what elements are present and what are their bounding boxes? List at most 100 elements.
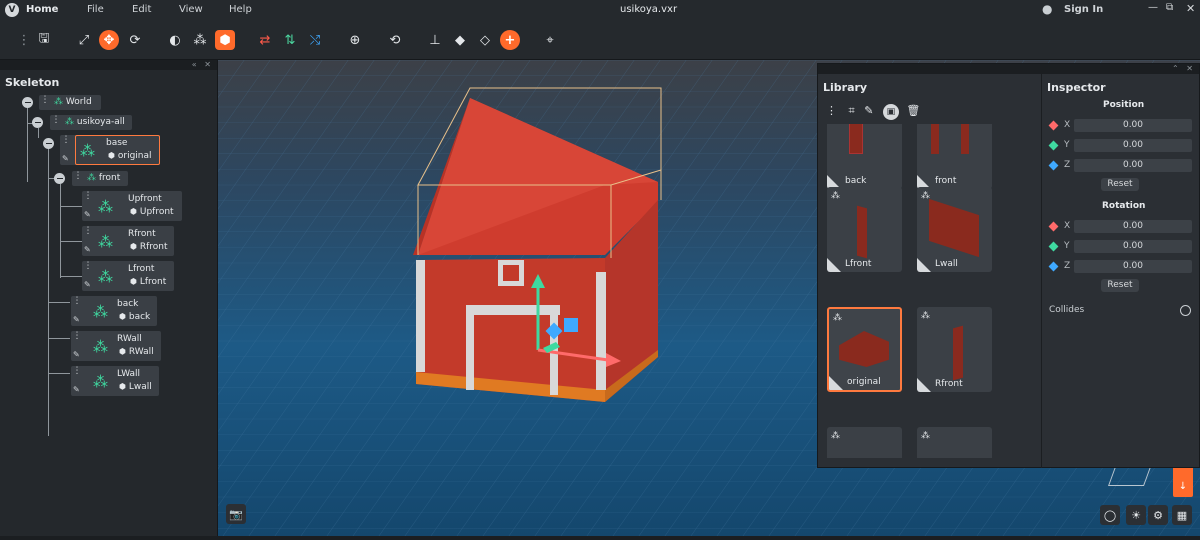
node-menu-icon[interactable]: ⋮ xyxy=(82,226,94,236)
position-y-field[interactable]: 0.00 xyxy=(1074,139,1192,152)
node-menu-icon[interactable]: ⋮ xyxy=(71,366,83,376)
tree-node-front[interactable]: ⋮ ⁂ front xyxy=(72,171,128,186)
move-tool-icon[interactable]: ✥ xyxy=(99,30,119,50)
hierarchy-icon[interactable]: ⁂ xyxy=(190,30,210,50)
library-card-lwall[interactable]: ⁂ Lwall xyxy=(917,187,992,272)
model-icon: ⬢ xyxy=(119,347,126,356)
edit-icon[interactable]: ✎ xyxy=(864,104,873,117)
minimize-icon[interactable]: — xyxy=(1148,2,1158,13)
cube-tool-icon[interactable]: ⬢ xyxy=(215,30,235,50)
menu-file[interactable]: File xyxy=(87,4,104,15)
user-icon[interactable]: ● xyxy=(1042,2,1052,16)
inspector-title: Inspector xyxy=(1047,81,1106,94)
node-menu-icon[interactable]: ⋮ xyxy=(82,191,94,201)
menu-home[interactable]: Home xyxy=(26,4,58,15)
model-label: Upfront xyxy=(139,207,174,217)
node-menu-icon[interactable]: ⋮ xyxy=(71,296,83,306)
duplicate-icon[interactable]: ▣ xyxy=(882,104,899,120)
rotate-tool-icon[interactable]: ⟳ xyxy=(125,30,145,50)
panel-header-controls[interactable]: ⌃ ✕ xyxy=(818,64,1199,74)
scene-settings-icon[interactable]: ⚙ xyxy=(1148,505,1168,525)
add-icon[interactable]: + xyxy=(500,30,520,50)
close-window-icon[interactable]: ✕ xyxy=(1186,2,1195,15)
menu-edit[interactable]: Edit xyxy=(132,4,151,15)
wire-cube-icon[interactable]: ◇ xyxy=(475,30,495,50)
node-menu-icon[interactable]: ⋮ xyxy=(60,135,72,145)
app-logo-icon[interactable]: V xyxy=(5,3,19,17)
node-menu-icon[interactable]: ⋮ xyxy=(71,331,83,341)
collapse-front-toggle[interactable] xyxy=(54,173,65,184)
rotation-z-field[interactable]: 0.00 xyxy=(1074,260,1192,273)
solid-cube-icon[interactable]: ◆ xyxy=(450,30,470,50)
edit-icon[interactable]: ✎ xyxy=(73,350,80,359)
swap-y-icon[interactable]: ⇅ xyxy=(280,30,300,50)
restore-icon[interactable]: ⧉ xyxy=(1166,2,1173,13)
model-icon: ⬢ xyxy=(130,242,137,251)
edit-icon[interactable]: ✎ xyxy=(84,245,91,254)
library-card-partial-1[interactable]: ⁂ xyxy=(827,427,902,458)
refresh-icon[interactable]: ⟲ xyxy=(385,30,405,50)
tree-node-lfront[interactable]: ⋮ ✎ ⁂ Lfront ⬢ Lfront xyxy=(82,261,174,291)
tree-icon[interactable]: ⊥ xyxy=(425,30,445,50)
tree-node-upfront[interactable]: ⋮ ✎ ⁂ Upfront ⬢ Upfront xyxy=(82,191,182,221)
collapse-usikoya-toggle[interactable] xyxy=(32,117,43,128)
node-menu-icon[interactable]: ⋮ xyxy=(50,115,62,125)
model-label: Rfront xyxy=(139,242,168,252)
collapse-base-toggle[interactable] xyxy=(43,138,54,149)
card-label: Lfront xyxy=(845,259,872,269)
drag-handle-icon[interactable]: ⋮ xyxy=(14,30,34,50)
menu-view[interactable]: View xyxy=(179,4,203,15)
edit-icon[interactable]: ✎ xyxy=(62,154,69,163)
library-card-rfront[interactable]: ⁂ Rfront xyxy=(917,307,992,392)
library-card-lfront[interactable]: ⁂ Lfront xyxy=(827,187,902,272)
fit-view-icon[interactable]: ⤢ xyxy=(74,30,94,50)
tree-node-usikoya-all[interactable]: ⋮ ⁂ usikoya-all xyxy=(50,115,132,130)
crop-icon[interactable]: ⌗ xyxy=(849,104,855,117)
tree-node-base[interactable]: ⋮ ✎ ⁂ base ⬢ original xyxy=(60,135,160,165)
camera-icon[interactable]: 📷 xyxy=(226,504,246,524)
node-icon: ⁂ xyxy=(98,198,113,216)
tree-node-rfront[interactable]: ⋮ ✎ ⁂ Rfront ⬢ Rfront xyxy=(82,226,174,256)
rotation-heading: Rotation xyxy=(1102,201,1146,211)
edit-icon[interactable]: ✎ xyxy=(84,210,91,219)
rotation-y-field[interactable]: 0.00 xyxy=(1074,240,1192,253)
grid-toggle-icon[interactable]: ▦ xyxy=(1172,505,1192,525)
node-label: RWall xyxy=(117,334,142,344)
node-menu-icon[interactable]: ⋮ xyxy=(82,261,94,271)
collides-toggle[interactable] xyxy=(1180,305,1191,316)
node-menu-icon[interactable]: ⋮ xyxy=(39,95,51,105)
tree-node-rwall[interactable]: ⋮ ✎ ⁂ RWall ⬢ RWall xyxy=(71,331,161,361)
library-card-front[interactable]: front xyxy=(917,124,992,189)
world-settings-icon[interactable]: ⊕ xyxy=(345,30,365,50)
swap-z-icon[interactable]: ⤭ xyxy=(305,30,325,50)
save-icon[interactable]: 🖫 xyxy=(34,30,54,50)
swap-x-icon[interactable]: ⇄ xyxy=(255,30,275,50)
more-icon[interactable]: ⋮ xyxy=(826,104,837,117)
rotation-reset-button[interactable]: Reset xyxy=(1101,279,1139,292)
position-z-field[interactable]: 0.00 xyxy=(1074,159,1192,172)
library-card-back[interactable]: back xyxy=(827,124,902,189)
sign-in-link[interactable]: Sign In xyxy=(1064,4,1103,15)
edit-icon[interactable]: ✎ xyxy=(73,315,80,324)
node-menu-icon[interactable]: ⋮ xyxy=(72,171,84,181)
library-card-original[interactable]: ⁂ original xyxy=(827,307,902,392)
x-axis-diamond-icon xyxy=(1048,221,1059,232)
rotation-x-field[interactable]: 0.00 xyxy=(1074,220,1192,233)
edit-icon[interactable]: ✎ xyxy=(84,280,91,289)
target-icon[interactable]: ⌖ xyxy=(540,30,560,50)
edit-icon[interactable]: ✎ xyxy=(73,385,80,394)
globe-icon[interactable]: ◐ xyxy=(165,30,185,50)
tree-node-world[interactable]: ⋮ ⁂ World xyxy=(39,95,101,110)
node-icon: ⁂ xyxy=(98,233,113,251)
delete-icon[interactable]: 🗑 xyxy=(906,104,920,117)
position-x-field[interactable]: 0.00 xyxy=(1074,119,1192,132)
position-reset-button[interactable]: Reset xyxy=(1101,178,1139,191)
tree-node-lwall[interactable]: ⋮ ✎ ⁂ LWall ⬢ Lwall xyxy=(71,366,159,396)
light-icon[interactable]: ☀ xyxy=(1126,505,1146,525)
library-card-partial-2[interactable]: ⁂ xyxy=(917,427,992,458)
tree-node-back[interactable]: ⋮ ✎ ⁂ back ⬢ back xyxy=(71,296,157,326)
panel-header-controls[interactable]: « ✕ xyxy=(0,60,217,70)
collapse-world-toggle[interactable] xyxy=(22,97,33,108)
sphere-view-icon[interactable]: ◯ xyxy=(1100,505,1120,525)
menu-help[interactable]: Help xyxy=(229,4,252,15)
